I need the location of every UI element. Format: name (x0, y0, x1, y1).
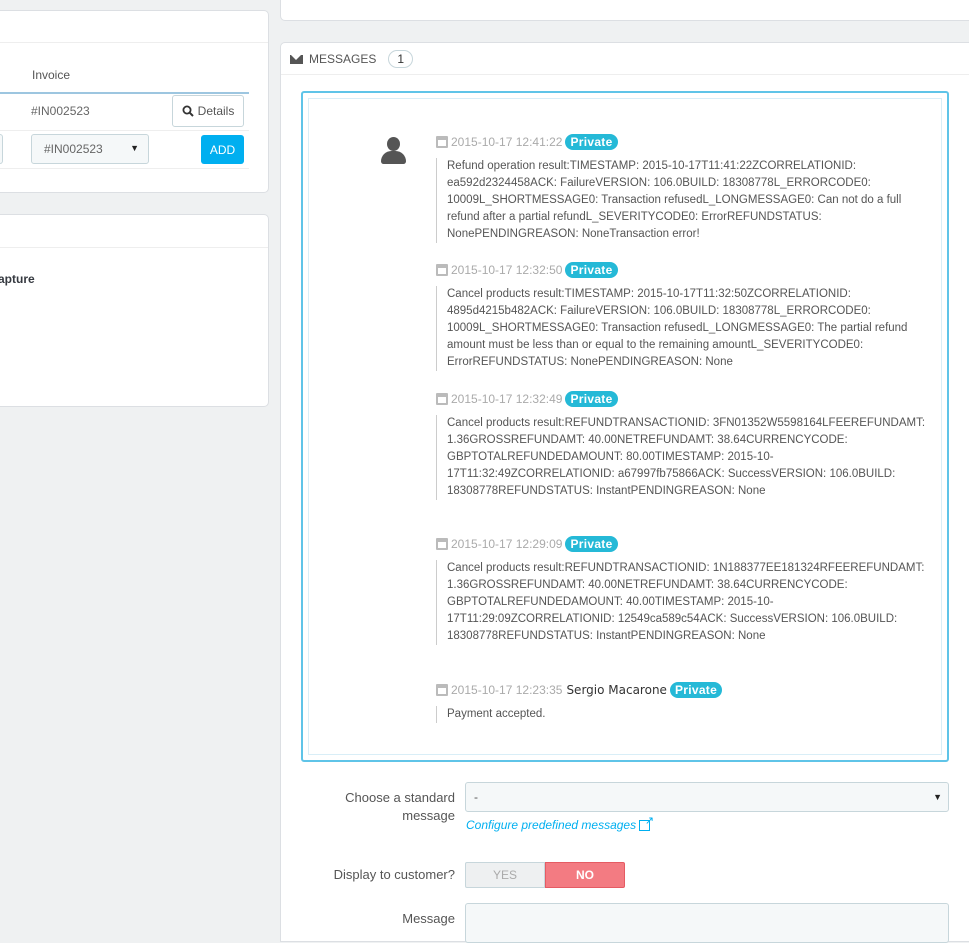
private-badge: Private (565, 262, 618, 278)
private-badge: Private (565, 134, 618, 150)
calendar-icon (436, 684, 448, 696)
message-timestamp: 2015-10-17 12:32:50 (451, 263, 563, 277)
message-textarea[interactable] (465, 903, 949, 943)
table-row-divider (0, 168, 249, 169)
private-badge: Private (565, 536, 618, 552)
calendar-icon (436, 393, 448, 405)
message-author: Sergio Macarone (566, 683, 667, 697)
caret-down-icon: ▼ (130, 143, 139, 153)
message-meta: 2015-10-17 12:29:09 Private (436, 535, 926, 553)
capture-label: apture (0, 272, 35, 286)
message-body: Refund operation result:TIMESTAMP: 2015-… (436, 158, 926, 243)
message-item: 2015-10-17 12:41:22 Private Refund opera… (436, 133, 926, 243)
display-to-customer-toggle[interactable]: YES NO (465, 862, 625, 888)
message-item: 2015-10-17 12:29:09 Private Cancel produ… (436, 535, 926, 645)
details-button[interactable]: Details (172, 95, 244, 127)
message-thread-inner: 2015-10-17 12:41:22 Private Refund opera… (308, 98, 942, 755)
add-button[interactable]: ADD (201, 135, 244, 164)
invoice-panel: Invoice #IN002523 Details #IN002523 ▼ AD… (0, 10, 269, 193)
top-panel (280, 0, 969, 21)
message-item: 2015-10-17 12:32:50 Private Cancel produ… (436, 261, 926, 371)
standard-message-select[interactable]: - ▼ (465, 782, 949, 812)
panel-header-divider (0, 42, 268, 43)
calendar-icon (436, 538, 448, 550)
standard-message-value: - (474, 790, 478, 804)
table-row-divider (0, 130, 249, 131)
message-body: Cancel products result:TIMESTAMP: 2015-1… (436, 286, 926, 371)
user-avatar-icon (379, 137, 407, 167)
message-meta: 2015-10-17 12:41:22 Private (436, 133, 926, 151)
message-item: 2015-10-17 12:32:49 Private Cancel produ… (436, 390, 926, 500)
invoice-number: #IN002523 (31, 104, 90, 118)
message-body: Cancel products result:REFUNDTRANSACTION… (436, 415, 926, 500)
message-body: Payment accepted. (436, 706, 926, 723)
message-timestamp: 2015-10-17 12:41:22 (451, 135, 563, 149)
configure-predefined-messages-link[interactable]: Configure predefined messages (466, 814, 654, 833)
private-badge: Private (669, 682, 723, 698)
envelope-icon (290, 54, 303, 64)
panel-header-divider (0, 247, 268, 248)
details-label: Details (197, 104, 235, 118)
message-timestamp: 2015-10-17 12:23:35 (451, 683, 563, 697)
caret-down-icon: ▼ (933, 792, 942, 802)
truncated-input[interactable] (0, 134, 3, 164)
table-header-underline (0, 92, 249, 94)
message-label: Message (402, 911, 455, 926)
messages-title: MESSAGES (309, 52, 377, 66)
payment-panel: apture (0, 214, 269, 407)
invoice-column-header: Invoice (32, 68, 71, 82)
standard-message-label: Choose a standard message (345, 790, 455, 823)
search-icon (182, 105, 194, 117)
invoice-select[interactable]: #IN002523 ▼ (31, 134, 149, 164)
message-thread[interactable]: 2015-10-17 12:41:22 Private Refund opera… (301, 91, 949, 762)
invoice-select-value: #IN002523 (44, 142, 103, 156)
message-meta: 2015-10-17 12:32:49 Private (436, 390, 926, 408)
message-item: 2015-10-17 12:23:35 Sergio Macarone Priv… (436, 681, 926, 723)
calendar-icon (436, 136, 448, 148)
panel-header-divider (281, 74, 969, 75)
message-timestamp: 2015-10-17 12:32:49 (451, 392, 563, 406)
message-meta: 2015-10-17 12:32:50 Private (436, 261, 926, 279)
configure-link-label: Configure predefined messages (466, 818, 637, 832)
toggle-yes-option[interactable]: YES (465, 862, 545, 888)
messages-count-badge: 1 (388, 50, 414, 68)
message-body: Cancel products result:REFUNDTRANSACTION… (436, 560, 926, 645)
message-meta: 2015-10-17 12:23:35 Sergio Macarone Priv… (436, 681, 926, 699)
calendar-icon (436, 264, 448, 276)
message-timestamp: 2015-10-17 12:29:09 (451, 537, 563, 551)
display-to-customer-label: Display to customer? (333, 867, 455, 882)
messages-header: MESSAGES 1 (290, 50, 414, 68)
private-badge: Private (565, 391, 618, 407)
external-link-icon (639, 814, 654, 831)
toggle-no-option[interactable]: NO (545, 862, 625, 888)
